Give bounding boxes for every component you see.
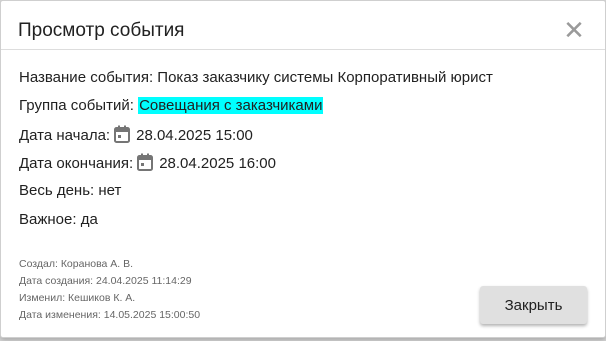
- field-end-date: Дата окончания: 28.04.2025 16:00: [19, 153, 276, 174]
- calendar-icon: [137, 153, 154, 171]
- calendar-icon: [114, 125, 131, 143]
- all-day-value: нет: [98, 182, 122, 199]
- field-important: Важное: да: [19, 210, 98, 230]
- modified-by-text: Изменил: Кешиков К. А.: [19, 292, 136, 304]
- all-day-label: Весь день:: [19, 182, 95, 199]
- modified-at-text: Дата изменения: 14.05.2025 15:00:50: [19, 309, 201, 321]
- field-event-name: Название события: Показ заказчику систем…: [19, 68, 493, 88]
- created-by-text: Создал: Коранова А. В.: [19, 258, 134, 270]
- important-value: да: [80, 211, 98, 228]
- close-button[interactable]: Закрыть: [480, 286, 587, 324]
- field-all-day: Весь день: нет: [19, 181, 121, 201]
- start-date-value: 28.04.2025 15:00: [136, 127, 253, 144]
- important-label: Важное:: [19, 211, 77, 228]
- dialog-header: Просмотр события ✕: [1, 1, 605, 50]
- close-icon[interactable]: ✕: [562, 17, 586, 43]
- end-date-value: 28.04.2025 16:00: [159, 155, 276, 172]
- dialog-title: Просмотр события: [18, 20, 185, 41]
- event-name-label: Название события:: [19, 69, 154, 86]
- event-name-value: Показ заказчику системы Корпоративный юр…: [157, 69, 493, 86]
- created-at-text: Дата создания: 24.04.2025 11:14:29: [19, 275, 192, 287]
- field-event-group: Группа событий: Совещания с заказчиками: [19, 96, 324, 116]
- end-date-label: Дата окончания:: [19, 155, 134, 172]
- start-date-label: Дата начала:: [19, 127, 111, 144]
- field-start-date: Дата начала: 28.04.2025 15:00: [19, 125, 253, 146]
- event-group-value: Совещания с заказчиками: [138, 97, 324, 114]
- event-group-label: Группа событий:: [19, 97, 134, 114]
- event-view-dialog: Просмотр события ✕ Название события: Пок…: [0, 0, 606, 338]
